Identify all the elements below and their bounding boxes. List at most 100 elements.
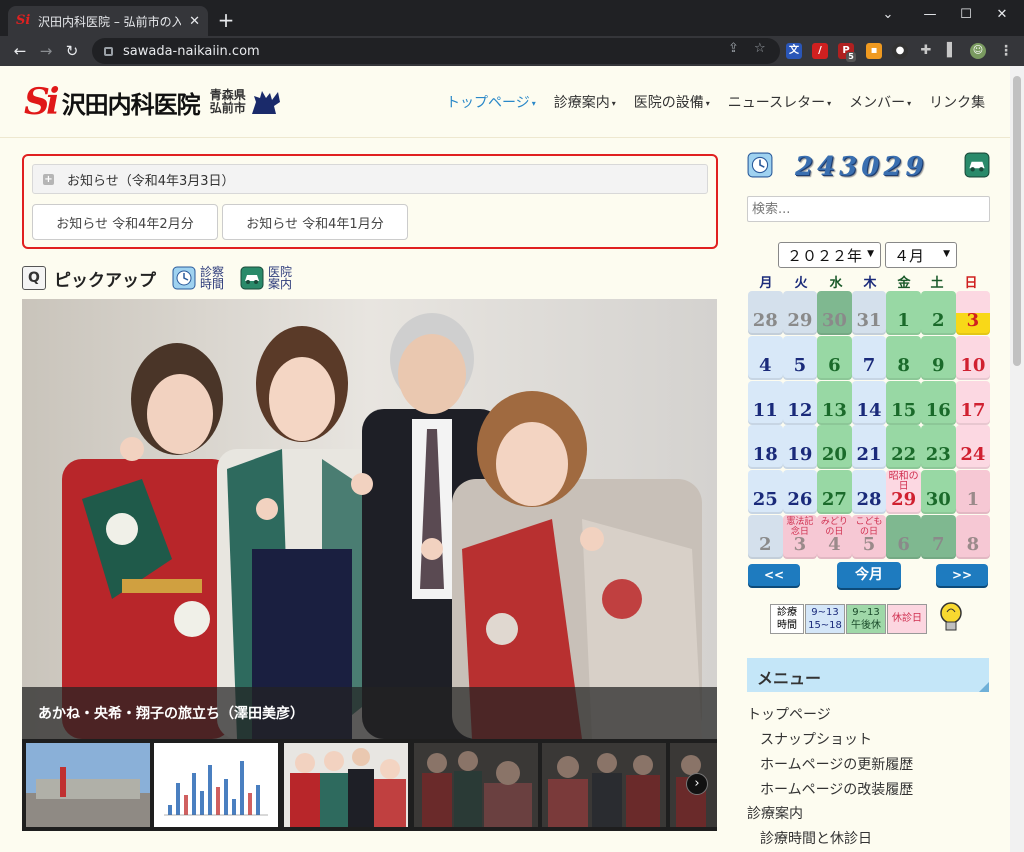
calendar-day-number: 28 — [752, 310, 778, 331]
calendar-day[interactable]: 29 — [782, 291, 818, 335]
calendar-day[interactable]: 5 — [782, 335, 818, 380]
news-feb-button[interactable]: お知らせ 令和4年2月分 — [32, 204, 218, 240]
browser-tab[interactable]: Si 沢田内科医院 – 弘前市の入院設備 ✕ — [8, 6, 208, 36]
back-icon[interactable]: ← — [8, 39, 32, 63]
maximize-icon[interactable]: ☐ — [948, 2, 984, 28]
thumbnail-next-button[interactable]: › — [686, 773, 708, 795]
nav-top-page[interactable]: トップページ ▾ — [446, 92, 536, 112]
calendar-day[interactable]: 30 — [921, 470, 956, 515]
calendar-day[interactable]: 21 — [851, 425, 887, 470]
menu-item-top-page[interactable]: トップページ — [747, 704, 831, 724]
calendar-day[interactable]: 24 — [955, 425, 991, 470]
calendar-day[interactable]: 18 — [748, 425, 783, 470]
calendar-day[interactable]: 1 — [955, 470, 991, 515]
calendar-day[interactable]: 19 — [782, 425, 818, 470]
calendar-day[interactable]: 20 — [817, 425, 852, 470]
calendar-day[interactable]: 15 — [886, 380, 921, 425]
calendar-day-number: 22 — [891, 444, 917, 466]
side-panel-icon[interactable]: ▌ — [944, 43, 960, 59]
calendar-day[interactable]: 13 — [817, 380, 852, 425]
nav-clinical-guide[interactable]: 診療案内 ▾ — [554, 92, 616, 112]
nav-links[interactable]: リンク集 — [929, 92, 985, 112]
calendar-day[interactable]: 23 — [921, 425, 956, 470]
calendar-day[interactable]: 10 — [955, 335, 991, 380]
search-input[interactable] — [747, 196, 990, 222]
menu-item-snapshot[interactable]: スナップショット — [760, 729, 872, 749]
next-month-button[interactable]: >> — [936, 564, 988, 586]
calendar-day[interactable]: 16 — [921, 380, 956, 425]
address-bar[interactable]: sawada-naikaiin.com — [92, 38, 780, 64]
consultation-hours-link[interactable]: 診察 時間 — [172, 266, 224, 290]
calendar-day[interactable]: 8 — [955, 515, 991, 559]
page-scrollbar[interactable] — [1010, 66, 1024, 852]
calendar-day[interactable]: 6 — [817, 335, 852, 380]
calendar-day[interactable]: 14 — [851, 380, 887, 425]
calendar-day[interactable]: 17 — [955, 380, 991, 425]
profile-avatar[interactable]: ☺ — [970, 43, 986, 59]
site-logo[interactable]: Si 沢田内科医院 青森県 弘前市 — [24, 81, 282, 123]
prev-month-button[interactable]: << — [748, 564, 800, 586]
reload-icon[interactable]: ↻ — [60, 39, 84, 63]
calendar-day[interactable]: 7 — [921, 515, 956, 559]
new-tab-button[interactable]: + — [214, 8, 238, 32]
calendar-day[interactable]: こどもの日 5 — [851, 515, 887, 559]
menu-item-renovation-history[interactable]: ホームページの改装履歴 — [760, 779, 913, 799]
calendar-day[interactable]: 昭和の日 29 — [886, 470, 921, 515]
calendar-day[interactable]: 26 — [782, 470, 818, 515]
menu-kebab-icon[interactable]: ⋮ — [998, 43, 1014, 59]
counter-car-icon — [964, 152, 990, 178]
calendar-day[interactable]: 2 — [921, 291, 956, 335]
calendar-day[interactable]: 3 — [955, 291, 991, 335]
scrollbar-thumb[interactable] — [1013, 76, 1021, 366]
calendar-day[interactable]: 7 — [851, 335, 887, 380]
news-jan-button[interactable]: お知らせ 令和4年1月分 — [222, 204, 408, 240]
calendar-day[interactable]: 12 — [782, 380, 818, 425]
calendar-day[interactable]: 28 — [851, 470, 887, 515]
forward-icon[interactable]: → — [34, 39, 58, 63]
nav-members[interactable]: メンバー ▾ — [849, 92, 911, 112]
calendar-day[interactable]: 9 — [921, 335, 956, 380]
thumbnail-bar-chart[interactable] — [154, 743, 278, 827]
close-tab-icon[interactable]: ✕ — [189, 14, 200, 29]
calendar-day[interactable]: 28 — [748, 291, 783, 335]
calendar-day[interactable]: 6 — [886, 515, 921, 559]
nav-facilities[interactable]: 医院の設備 ▾ — [634, 92, 710, 112]
calendar-day-number: 11 — [752, 399, 778, 421]
calendar-day[interactable]: 11 — [748, 380, 783, 425]
extensions-puzzle-icon[interactable]: ✚ — [918, 43, 934, 59]
share-icon[interactable]: ⇪ — [728, 41, 739, 56]
tab-search-icon[interactable]: ⌄ — [870, 2, 906, 28]
thumbnail-clinic-building[interactable] — [26, 743, 150, 827]
thumbnail-group-photo-3[interactable] — [542, 743, 666, 827]
month-select[interactable]: ４月 ▼ — [885, 242, 957, 268]
extension-dark-icon[interactable]: ● — [892, 43, 908, 59]
extension-red-icon[interactable]: / — [812, 43, 828, 59]
calendar-day[interactable]: 4 — [748, 335, 783, 380]
calendar-day[interactable]: 8 — [886, 335, 921, 380]
menu-item-clinical-guide[interactable]: 診療案内 — [747, 803, 803, 823]
minimize-icon[interactable]: — — [912, 2, 948, 28]
calendar-day[interactable]: 30 — [817, 291, 852, 335]
nav-newsletter[interactable]: ニュースレター ▾ — [728, 92, 831, 112]
close-window-icon[interactable]: ✕ — [984, 2, 1020, 28]
calendar-day[interactable]: 1 — [886, 291, 921, 335]
clinic-guide-link[interactable]: 医院 案内 — [240, 266, 292, 290]
menu-item-update-history[interactable]: ホームページの更新履歴 — [760, 754, 913, 774]
extension-translate-icon[interactable]: 文 — [786, 43, 802, 59]
thumbnail-group-photo-2[interactable] — [414, 743, 538, 827]
thumbnail-group-photo-1[interactable] — [284, 743, 408, 827]
calendar-day[interactable]: みどりの日 4 — [817, 515, 852, 559]
calendar-day[interactable]: 憲法記念日 3 — [782, 515, 818, 559]
news-accordion-header[interactable]: + お知らせ（令和4年3月3日） — [32, 164, 708, 194]
calendar-day[interactable]: 2 — [748, 515, 783, 559]
bookmark-star-icon[interactable]: ☆ — [754, 41, 766, 56]
this-month-button[interactable]: 今月 — [837, 562, 901, 588]
extension-orange-icon[interactable]: ▪ — [866, 43, 882, 59]
photo-slider[interactable]: あかね・央希・翔子の旅立ち（澤田美彦） — [22, 299, 717, 739]
calendar-day[interactable]: 27 — [817, 470, 852, 515]
calendar-day[interactable]: 25 — [748, 470, 783, 515]
calendar-day[interactable]: 31 — [851, 291, 887, 335]
menu-item-hours-holidays[interactable]: 診療時間と休診日 — [760, 828, 872, 848]
year-select[interactable]: ２０２２年 ▼ — [778, 242, 881, 268]
calendar-day[interactable]: 22 — [886, 425, 921, 470]
